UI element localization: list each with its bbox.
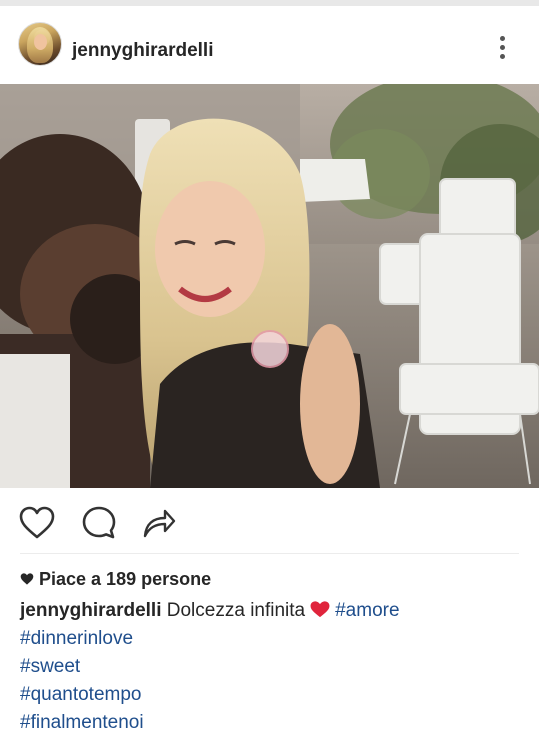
red-heart-emoji — [310, 601, 330, 618]
hashtag-link[interactable]: #dinnerinlove — [20, 625, 530, 653]
heart-outline-icon[interactable] — [18, 504, 56, 542]
post-header: jennyghirardelli — [0, 6, 539, 84]
avatar[interactable] — [18, 22, 62, 66]
photo-illustration — [0, 84, 539, 488]
caption-username[interactable]: jennyghirardelli — [20, 600, 161, 621]
more-options-icon[interactable] — [494, 32, 510, 64]
hashtag-link[interactable]: #finalmentenoi — [20, 709, 530, 737]
post-photo[interactable] — [0, 84, 539, 488]
post-username[interactable]: jennyghirardelli — [72, 40, 213, 62]
caption-text: Dolcezza infinita — [166, 600, 306, 621]
caption: jennyghirardelli Dolcezza infinita #amor… — [20, 597, 530, 737]
divider — [20, 553, 519, 554]
hashtag-link[interactable]: #quantotempo — [20, 681, 530, 709]
likes-count[interactable]: Piace a 189 persone — [20, 568, 211, 590]
likes-text: Piace a 189 persone — [39, 569, 212, 589]
avatar-face — [34, 34, 47, 50]
hashtag-link[interactable]: #sweet — [20, 653, 530, 681]
action-bar — [0, 488, 539, 554]
heart-filled-icon — [20, 573, 34, 585]
comment-icon[interactable] — [80, 504, 118, 542]
share-icon[interactable] — [140, 504, 178, 542]
hashtag-link[interactable]: #amore — [335, 600, 399, 621]
